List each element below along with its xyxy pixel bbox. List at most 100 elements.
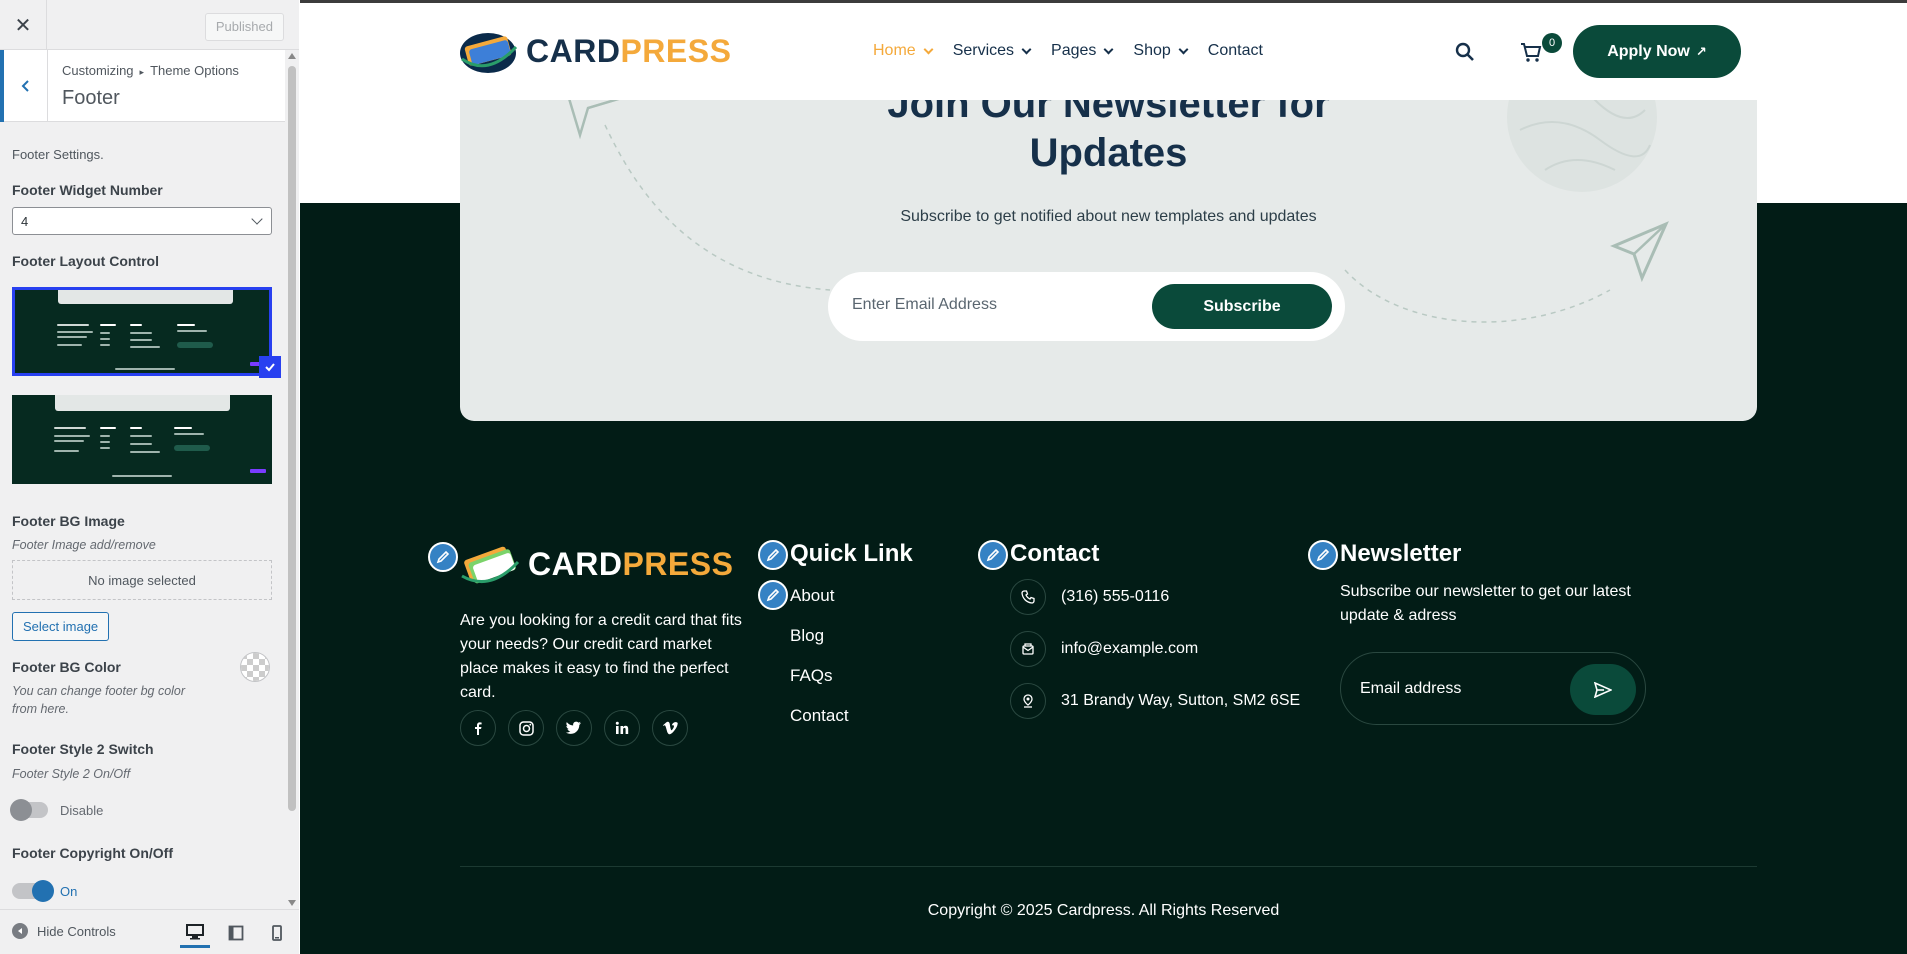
apply-now-button[interactable]: Apply Now ↗: [1573, 25, 1741, 78]
widget-number-label: Footer Widget Number: [12, 182, 163, 198]
close-customizer-button[interactable]: ✕: [0, 0, 47, 50]
footer-link-about[interactable]: About: [790, 586, 834, 606]
footer-about-text: Are you looking for a credit card that f…: [460, 612, 742, 701]
send-button[interactable]: [1570, 664, 1636, 715]
nav-item-label: Services: [952, 42, 1015, 59]
color-picker-swatch[interactable]: [240, 652, 270, 682]
footer-link-blog[interactable]: Blog: [790, 626, 824, 646]
site-logo[interactable]: CARD PRESS: [458, 27, 731, 75]
edit-shortcut-icon[interactable]: [758, 540, 788, 570]
search-icon: [1455, 42, 1474, 61]
social-links: [460, 710, 688, 746]
layout-preview-card: [55, 395, 230, 411]
paper-plane-icon: [1610, 221, 1669, 282]
facebook-link[interactable]: [460, 710, 496, 746]
section-title: Footer: [62, 87, 120, 109]
edit-shortcut-icon[interactable]: [978, 540, 1008, 570]
cart-icon: [1521, 43, 1542, 62]
footer-link-faqs[interactable]: FAQs: [790, 666, 833, 686]
layout-option-1[interactable]: [12, 287, 272, 376]
bg-color-description-line: from here.: [12, 702, 69, 716]
bg-image-description: Footer Image add/remove: [12, 538, 156, 552]
preview-top-border: [300, 0, 1907, 3]
selected-check-icon: [259, 356, 281, 378]
footer-link-contact[interactable]: Contact: [790, 706, 849, 726]
hide-controls-button[interactable]: Hide Controls: [12, 923, 116, 939]
subscribe-button[interactable]: Subscribe: [1152, 284, 1332, 329]
settings-description: Footer Settings.: [12, 147, 104, 162]
search-button[interactable]: [1443, 30, 1487, 74]
controls-panel: Footer Settings. Footer Widget Number 4 …: [0, 122, 285, 909]
nav-item-services[interactable]: Services: [952, 42, 1032, 60]
toggle-knob: [10, 799, 32, 821]
back-button[interactable]: [0, 50, 48, 122]
sidebar-scrollbar[interactable]: [285, 50, 299, 909]
vimeo-link[interactable]: [652, 710, 688, 746]
apply-now-label: Apply Now: [1607, 42, 1690, 60]
edit-shortcut-icon[interactable]: [428, 542, 458, 572]
scroll-down-icon[interactable]: [288, 900, 296, 906]
style2-description: Footer Style 2 On/Off: [12, 767, 131, 781]
chevron-down-icon: [1021, 44, 1032, 54]
chevron-down-icon: [1103, 44, 1114, 54]
breadcrumb: Customizing ▸ Theme Options: [62, 63, 239, 78]
bg-color-label: Footer BG Color: [12, 659, 121, 675]
bg-color-description-line: You can change footer bg color: [12, 684, 186, 698]
vimeo-icon: [662, 721, 678, 735]
newsletter-widget-text: Subscribe our newsletter to get our late…: [1340, 583, 1631, 624]
layout-preview-card: [58, 290, 233, 304]
nav-item-pages[interactable]: Pages: [1051, 42, 1114, 60]
nav-item-shop[interactable]: Shop: [1133, 42, 1189, 60]
select-image-button[interactable]: Select image: [12, 612, 110, 641]
customizer-header: ✕ Published: [0, 0, 299, 50]
newsletter-form: Enter Email Address Subscribe: [828, 272, 1345, 341]
nav-item-home[interactable]: Home: [873, 42, 934, 60]
quick-link-heading: Quick Link: [790, 540, 913, 567]
chevron-down-icon: [1178, 44, 1189, 54]
style2-state: Disable: [60, 803, 104, 818]
image-placeholder: No image selected: [12, 560, 272, 600]
main-nav: Home Services Pages Shop Contact: [873, 42, 1284, 60]
toggle-knob: [32, 880, 54, 902]
widget-number-select[interactable]: 4: [12, 207, 272, 235]
instagram-link[interactable]: [508, 710, 544, 746]
twitter-icon: [566, 721, 581, 734]
edit-shortcut-icon[interactable]: [758, 580, 788, 610]
section-header: Customizing ▸ Theme Options Footer: [0, 50, 285, 122]
layout-option-2[interactable]: [12, 395, 272, 484]
newsletter-card: Join Our Newsletter for Updates Subscrib…: [460, 60, 1757, 421]
contact-heading: Contact: [1010, 540, 1100, 567]
style2-toggle[interactable]: [10, 799, 48, 821]
copyright-text: Copyright © 2025 Cardpress. All Rights R…: [927, 902, 1280, 919]
phone-icon: [1010, 579, 1046, 615]
twitter-link[interactable]: [556, 710, 592, 746]
desktop-preview-button[interactable]: [180, 918, 210, 948]
mobile-preview-button[interactable]: [262, 918, 292, 948]
arrow-up-right-icon: ↗: [1695, 43, 1707, 59]
contact-phone[interactable]: (316) 555-0116: [1061, 588, 1169, 606]
contact-email[interactable]: info@example.com: [1061, 640, 1198, 658]
site-preview: Join Our Newsletter for Updates Subscrib…: [300, 0, 1907, 954]
nav-item-label: Shop: [1133, 42, 1171, 59]
linkedin-icon: [615, 721, 629, 734]
footer-email-input[interactable]: Email address: [1360, 680, 1461, 698]
breadcrumb-item: Customizing: [62, 63, 134, 78]
bg-image-label: Footer BG Image: [12, 513, 125, 529]
newsletter-email-input[interactable]: Enter Email Address: [852, 296, 997, 314]
copyright-toggle[interactable]: [12, 880, 54, 902]
tablet-preview-button[interactable]: [221, 918, 251, 948]
footer-newsletter-form: Email address: [1340, 652, 1646, 725]
scrollbar-thumb[interactable]: [288, 66, 296, 811]
newsletter-title-line: Updates: [1029, 131, 1188, 175]
email-icon: [1010, 631, 1046, 667]
contact-address: 31 Brandy Way, Sutton, SM2 6SE: [1061, 692, 1301, 709]
mobile-icon: [272, 925, 282, 941]
nav-item-contact[interactable]: Contact: [1208, 42, 1263, 60]
card-logo-icon: [461, 546, 520, 584]
scroll-up-icon[interactable]: [288, 53, 296, 59]
linkedin-link[interactable]: [604, 710, 640, 746]
edit-shortcut-icon[interactable]: [1308, 540, 1338, 570]
hide-controls-label: Hide Controls: [37, 923, 116, 939]
published-button[interactable]: Published: [204, 13, 284, 41]
footer-logo[interactable]: CARD PRESS: [460, 540, 733, 588]
